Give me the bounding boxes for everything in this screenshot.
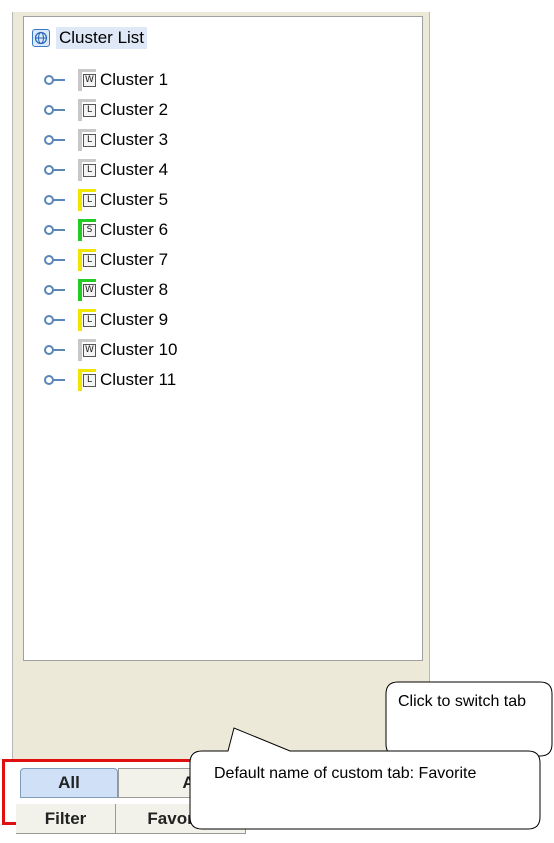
callout-custom-tab-text: Default name of custom tab: Favorite <box>214 765 477 782</box>
callout-shapes <box>189 681 553 843</box>
callout-custom-tab-bubble <box>228 829 540 843</box>
callout-switch-tab-text: Click to switch tab <box>398 693 527 710</box>
